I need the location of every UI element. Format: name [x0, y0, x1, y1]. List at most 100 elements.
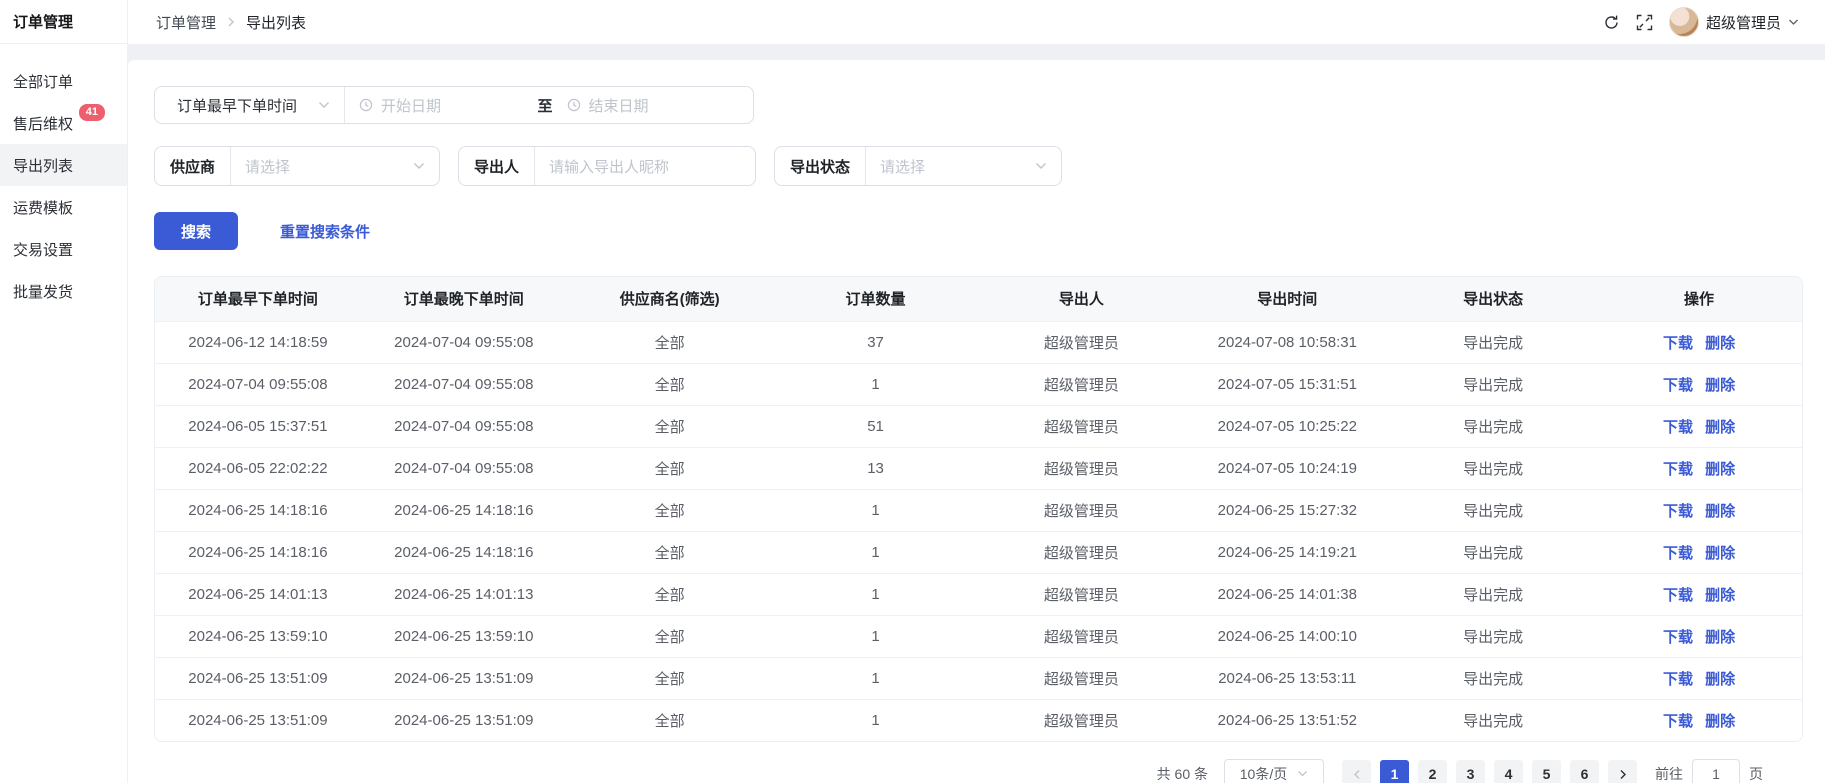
range-separator: 至 [532, 95, 559, 116]
time-filter-group: 订单最早下单时间 开始日期 至 结束日期 [154, 86, 754, 124]
cell-export-time: 2024-06-25 14:19:21 [1184, 531, 1390, 573]
fullscreen-icon[interactable] [1636, 14, 1653, 31]
next-page-button[interactable] [1608, 760, 1637, 783]
start-date-input[interactable]: 开始日期 [359, 95, 532, 116]
end-date-input[interactable]: 结束日期 [559, 95, 740, 116]
table-body: 2024-06-12 14:18:592024-07-04 09:55:08全部… [155, 321, 1802, 741]
cell-exporter: 超级管理员 [979, 615, 1185, 657]
goto-page-input[interactable] [1692, 759, 1740, 783]
time-type-select[interactable]: 订单最早下单时间 [155, 87, 345, 123]
cell-exporter: 超级管理员 [979, 573, 1185, 615]
col-latest-time: 订单最晚下单时间 [361, 277, 567, 321]
sidebar-item-all-orders[interactable]: 全部订单 [0, 60, 127, 102]
sidebar-nav: 全部订单售后维权41导出列表运费模板交易设置批量发货 [0, 44, 127, 312]
sidebar-item-label: 交易设置 [13, 239, 73, 260]
exporter-input-group: 导出人 请输入导出人昵称 [458, 146, 756, 186]
chevron-down-icon [1035, 162, 1047, 170]
filter-row: 供应商 请选择 导出人 请输入导出人昵称 导出状态 请选择 [154, 146, 1805, 186]
cell-export-status: 导出完成 [1390, 699, 1596, 741]
end-date-placeholder: 结束日期 [589, 95, 649, 116]
exporter-placeholder: 请输入导出人昵称 [549, 156, 669, 177]
table-row: 2024-06-05 15:37:512024-07-04 09:55:08全部… [155, 405, 1802, 447]
download-link[interactable]: 下载 [1663, 419, 1693, 436]
cell-actions: 下载删除 [1596, 531, 1802, 573]
delete-link[interactable]: 删除 [1705, 503, 1735, 520]
cell-exporter: 超级管理员 [979, 321, 1185, 363]
cell-latest-time: 2024-07-04 09:55:08 [361, 447, 567, 489]
cell-earliest-time: 2024-06-25 13:59:10 [155, 615, 361, 657]
download-link[interactable]: 下载 [1663, 545, 1693, 562]
goto-page: 前往 页 [1655, 759, 1763, 783]
chevron-down-icon [1297, 770, 1308, 778]
page-button-4[interactable]: 4 [1494, 760, 1523, 783]
page-list: 123456 [1380, 760, 1599, 783]
cell-exporter: 超级管理员 [979, 531, 1185, 573]
page-button-5[interactable]: 5 [1532, 760, 1561, 783]
sidebar-item-label: 批量发货 [13, 281, 73, 302]
cell-export-status: 导出完成 [1390, 489, 1596, 531]
delete-link[interactable]: 删除 [1705, 545, 1735, 562]
table-row: 2024-06-25 13:59:102024-06-25 13:59:10全部… [155, 615, 1802, 657]
cell-supplier: 全部 [567, 531, 773, 573]
cell-earliest-time: 2024-06-25 14:01:13 [155, 573, 361, 615]
prev-page-button[interactable] [1342, 760, 1371, 783]
chevron-down-icon [413, 162, 425, 170]
cell-exporter: 超级管理员 [979, 363, 1185, 405]
table-header-row: 订单最早下单时间 订单最晚下单时间 供应商名(筛选) 订单数量 导出人 导出时间… [155, 277, 1802, 321]
delete-link[interactable]: 删除 [1705, 629, 1735, 646]
cell-export-time: 2024-07-05 15:31:51 [1184, 363, 1390, 405]
cell-earliest-time: 2024-06-25 14:18:16 [155, 489, 361, 531]
download-link[interactable]: 下载 [1663, 671, 1693, 688]
delete-link[interactable]: 删除 [1705, 419, 1735, 436]
exporter-input[interactable]: 请输入导出人昵称 [535, 156, 755, 177]
sidebar-item-after-sales[interactable]: 售后维权41 [0, 102, 127, 144]
sidebar-item-trade-settings[interactable]: 交易设置 [0, 228, 127, 270]
delete-link[interactable]: 删除 [1705, 587, 1735, 604]
download-link[interactable]: 下载 [1663, 377, 1693, 394]
page-button-2[interactable]: 2 [1418, 760, 1447, 783]
time-type-value: 订单最早下单时间 [177, 95, 297, 116]
col-actions: 操作 [1596, 277, 1802, 321]
export-status-select[interactable]: 导出状态 请选择 [774, 146, 1062, 186]
cell-exporter: 超级管理员 [979, 405, 1185, 447]
reset-search-link[interactable]: 重置搜索条件 [280, 221, 370, 242]
breadcrumb-parent[interactable]: 订单管理 [156, 12, 216, 33]
supplier-select[interactable]: 供应商 请选择 [154, 146, 440, 186]
delete-link[interactable]: 删除 [1705, 713, 1735, 730]
download-link[interactable]: 下载 [1663, 713, 1693, 730]
sidebar-item-batch-shipping[interactable]: 批量发货 [0, 270, 127, 312]
delete-link[interactable]: 删除 [1705, 671, 1735, 688]
goto-label: 前往 [1655, 764, 1683, 783]
content-panel: 订单最早下单时间 开始日期 至 结束日期 [128, 60, 1825, 783]
avatar [1669, 7, 1699, 37]
cell-order-count: 1 [773, 363, 979, 405]
download-link[interactable]: 下载 [1663, 629, 1693, 646]
page-button-1[interactable]: 1 [1380, 760, 1409, 783]
page-button-3[interactable]: 3 [1456, 760, 1485, 783]
sidebar-item-freight-template[interactable]: 运费模板 [0, 186, 127, 228]
chevron-left-icon [1353, 769, 1361, 780]
cell-latest-time: 2024-06-25 14:18:16 [361, 531, 567, 573]
refresh-icon[interactable] [1603, 14, 1620, 31]
actions-row: 搜索 重置搜索条件 [154, 212, 1805, 250]
delete-link[interactable]: 删除 [1705, 377, 1735, 394]
delete-link[interactable]: 删除 [1705, 461, 1735, 478]
page-size-select[interactable]: 10条/页 [1224, 759, 1324, 783]
sidebar-item-label: 全部订单 [13, 71, 73, 92]
download-link[interactable]: 下载 [1663, 587, 1693, 604]
cell-order-count: 1 [773, 699, 979, 741]
download-link[interactable]: 下载 [1663, 461, 1693, 478]
search-button[interactable]: 搜索 [154, 212, 238, 250]
cell-export-status: 导出完成 [1390, 615, 1596, 657]
sidebar-item-export-list[interactable]: 导出列表 [0, 144, 127, 186]
user-menu[interactable]: 超级管理员 [1669, 7, 1799, 37]
download-link[interactable]: 下载 [1663, 335, 1693, 352]
start-date-placeholder: 开始日期 [381, 95, 441, 116]
delete-link[interactable]: 删除 [1705, 335, 1735, 352]
page-button-6[interactable]: 6 [1570, 760, 1599, 783]
cell-supplier: 全部 [567, 447, 773, 489]
sidebar-item-label: 售后维权 [13, 113, 73, 134]
cell-export-status: 导出完成 [1390, 363, 1596, 405]
download-link[interactable]: 下载 [1663, 503, 1693, 520]
export-status-label: 导出状态 [775, 147, 866, 185]
